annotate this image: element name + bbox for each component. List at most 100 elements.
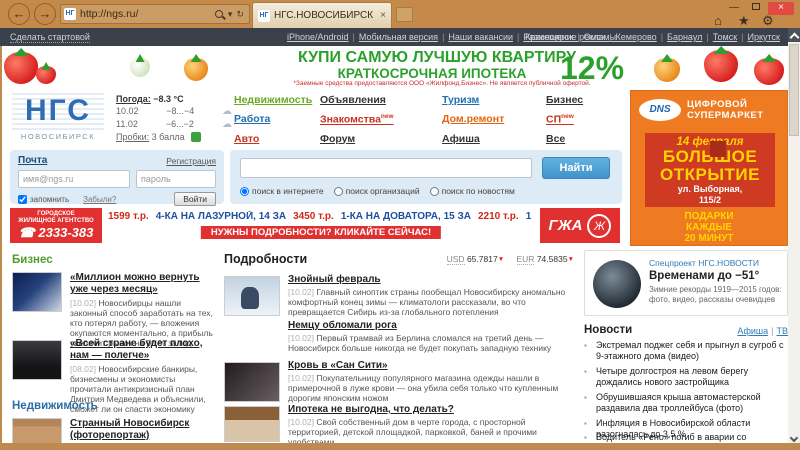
forgot-password-link[interactable]: Забыли? (83, 195, 116, 204)
city-kemerovo[interactable]: Кемерово (616, 32, 667, 42)
article-thumbnail[interactable] (12, 340, 62, 380)
menu-sp[interactable]: СПnew (546, 113, 616, 126)
dropdown-icon[interactable]: ▾ (228, 9, 233, 20)
gzha-logo-text: ГЖА (548, 217, 583, 234)
promo-banner[interactable]: КУПИ САМУЮ ЛУЧШУЮ КВАРТИРУ КРАТКОСРОЧНАЯ… (2, 46, 788, 88)
new-tab-button[interactable] (396, 7, 413, 22)
strawberry-icon (704, 50, 738, 82)
spec-label[interactable]: Спецпроект НГС.НОВОСТИ (649, 258, 759, 268)
radio-internet[interactable] (240, 186, 249, 196)
city-tomsk[interactable]: Томск (713, 32, 748, 42)
menu-ads[interactable]: Объявления (320, 94, 442, 106)
menu-realty[interactable]: Недвижимость (234, 94, 320, 106)
option-search-news[interactable]: поиск по новостям (429, 186, 515, 196)
forward-button[interactable]: → (34, 3, 56, 25)
search-icon[interactable] (214, 10, 223, 18)
search-button[interactable]: Найти (542, 157, 610, 179)
gzha-offers-area: 1599 т.р. 4-КА НА ЛАЗУРНОЙ, 14 ЗА 3450 т.р… (102, 208, 540, 243)
traffic-link[interactable]: Пробки: (116, 132, 149, 142)
login-button[interactable]: Войти (174, 192, 216, 206)
spec-project-card[interactable]: Спецпроект НГС.НОВОСТИ Временами до −51°… (584, 250, 788, 316)
tab-close-icon[interactable]: × (380, 10, 386, 21)
search-input[interactable] (240, 158, 532, 178)
city-barnaul[interactable]: Барнаул (667, 32, 713, 42)
home-icon[interactable]: ⌂ (714, 13, 722, 28)
dns-headline1: БОЛЬШОЕ (662, 147, 758, 166)
city-krasnoyarsk[interactable]: Красноярск (525, 32, 583, 42)
link-vacancies[interactable]: Наши вакансии (448, 32, 523, 42)
news-item[interactable]: Четыре долгостроя на левом берегу дождал… (584, 366, 788, 388)
weather-link[interactable]: Погода: (116, 94, 151, 104)
article-thumbnail[interactable] (12, 418, 62, 443)
menu-all[interactable]: Все (546, 133, 616, 145)
radio-orgs[interactable] (333, 186, 343, 196)
option-search-internet[interactable]: поиск в интернете (240, 186, 324, 196)
menu-forum[interactable]: Форум (320, 133, 442, 145)
article-thumbnail[interactable] (12, 272, 62, 312)
article-title[interactable]: Немцу обломали рога (288, 320, 574, 332)
dns-tagline: ЦИФРОВОЙ СУПЕРМАРКЕТ (687, 99, 764, 121)
radio-news[interactable] (429, 186, 439, 196)
gzha-ad-banner[interactable]: ГОРОДСКОЕ ЖИЛИЩНОЕ АГЕНТСТВО ☎ 2333-383 1… (10, 208, 620, 243)
section-details-header[interactable]: Подробности (224, 252, 307, 266)
article-thumbnail[interactable] (224, 406, 280, 442)
menu-home-repair[interactable]: Дом.ремонт (442, 113, 546, 126)
news-item[interactable]: Экстремал поджег себя и прыгнул в сугроб… (584, 340, 788, 362)
register-link[interactable]: Регистрация (166, 156, 216, 166)
tv-link[interactable]: ТВ (776, 326, 788, 336)
ngs-logo[interactable]: НГС (12, 92, 104, 130)
scroll-up-button[interactable] (788, 28, 800, 42)
option-search-orgs[interactable]: поиск организаций (333, 186, 420, 196)
settings-gear-icon[interactable]: ⚙ (762, 13, 774, 29)
menu-dating[interactable]: Знакомстваnew (320, 113, 442, 126)
usd-rate[interactable]: USD 65.7817 (446, 254, 504, 265)
scroll-down-icon[interactable] (789, 433, 799, 443)
password-field[interactable] (136, 170, 216, 188)
refresh-icon[interactable]: ↻ (236, 9, 244, 20)
menu-business[interactable]: Бизнес (546, 94, 616, 106)
strawberry-icon (36, 66, 56, 84)
article-thumbnail[interactable] (224, 276, 280, 316)
link-mobile-version[interactable]: Мобильная версия (359, 32, 449, 42)
scrollbar-thumb[interactable] (789, 44, 799, 136)
dns-ad-banner[interactable]: DNS ЦИФРОВОЙ СУПЕРМАРКЕТ 14 февраля БОЛЬШ… (630, 90, 788, 246)
mail-link[interactable]: Почта (18, 155, 47, 166)
section-realty-header[interactable]: Недвижимость (12, 400, 98, 412)
address-bar[interactable]: НГ http://ngs.ru/ ▾ ↻ (60, 4, 250, 24)
traffic-badge-icon (191, 132, 202, 142)
forecast-date: 11.02 (116, 119, 138, 129)
link-iphone-android[interactable]: iPhone/Android (287, 32, 359, 42)
spec-title[interactable]: Временами до −51° (649, 270, 759, 282)
vertical-scrollbar[interactable] (788, 28, 800, 443)
eur-rate[interactable]: EUR 74.5835 (516, 254, 574, 265)
news-item[interactable]: Водитель «Рено» погиб в аварии со встреч… (584, 432, 788, 443)
remember-checkbox[interactable] (18, 194, 27, 204)
gzha-cta-button[interactable]: НУЖНЫ ПОДРОБНОСТИ? КЛИКАЙТЕ СЕЙЧАС! (200, 226, 442, 239)
menu-jobs[interactable]: Работа (234, 113, 320, 126)
forecast-temp: −6...−2 (165, 119, 194, 129)
article-title[interactable]: Знойный февраль (288, 274, 574, 286)
favorites-star-icon[interactable]: ★ (738, 13, 750, 29)
section-news-header[interactable]: Новости (584, 324, 632, 336)
set-homepage-link[interactable]: Сделать стартовой (10, 32, 90, 43)
url-text[interactable]: http://ngs.ru/ (80, 8, 212, 20)
article-thumbnail[interactable] (224, 362, 280, 402)
news-item[interactable]: Обрушившаяся крыша автомастерской раздав… (584, 392, 788, 414)
logo-city-label: НОВОСИБИРСК (20, 132, 96, 141)
city-omsk[interactable]: Омск (584, 32, 616, 42)
section-business-header[interactable]: Бизнес (12, 254, 53, 266)
article-title[interactable]: Кровь в «Сан Сити» (288, 360, 574, 372)
city-irkutsk[interactable]: Иркутск (748, 32, 780, 42)
article-title[interactable]: «Миллион можно вернуть уже через месяц» (70, 272, 216, 296)
back-button[interactable]: ← (8, 3, 30, 25)
article-title[interactable]: «Всей стране будет плохо, нам — полегче» (70, 338, 216, 362)
tab-ngs[interactable]: НГ НГС.НОВОСИБИРСК × (252, 2, 392, 28)
menu-tourism[interactable]: Туризм (442, 94, 546, 106)
email-field[interactable] (18, 170, 130, 188)
menu-auto[interactable]: Авто (234, 133, 320, 145)
article-title[interactable]: Ипотека не выгодна, что делать? (288, 404, 574, 416)
menu-afisha[interactable]: Афиша (442, 133, 546, 145)
afisha-link[interactable]: Афиша (737, 326, 776, 336)
article-title[interactable]: Странный Новосибирск (фоторепортаж) (70, 418, 216, 442)
gzha-emblem-icon: Ж (587, 213, 612, 238)
